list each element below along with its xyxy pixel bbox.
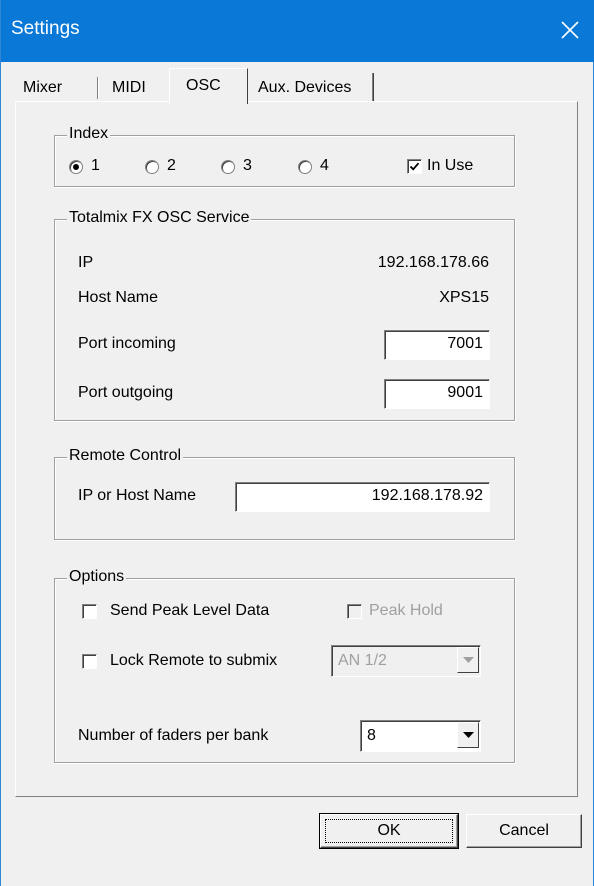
- ip-value: 192.168.178.66: [377, 254, 489, 271]
- radio-circle: [298, 160, 312, 174]
- index-radio-3[interactable]: 3: [221, 157, 261, 177]
- tab-mixer[interactable]: Mixer: [17, 73, 98, 101]
- faders-dropdown-button[interactable]: [457, 722, 479, 748]
- radio-circle: [69, 160, 83, 174]
- submix-dropdown-button: [457, 647, 479, 673]
- port-outgoing-label: Port outgoing: [78, 384, 174, 401]
- index-radio-2-label: 2: [167, 157, 176, 174]
- host-name-label: Host Name: [78, 289, 159, 306]
- ok-button-label: OK: [377, 822, 401, 839]
- port-outgoing-input[interactable]: 9001: [384, 379, 490, 409]
- title-bar: Settings: [1, 0, 594, 62]
- faders-per-bank-select[interactable]: 8: [360, 720, 481, 752]
- in-use-checkbox[interactable]: In Use: [407, 157, 507, 177]
- cancel-button-label: Cancel: [499, 822, 549, 839]
- tab-aux-devices[interactable]: Aux. Devices: [248, 73, 374, 101]
- tab-mixer-label: Mixer: [23, 79, 63, 96]
- tab-aux-devices-label: Aux. Devices: [258, 79, 352, 96]
- lock-remote-checkbox[interactable]: Lock Remote to submix: [82, 652, 312, 672]
- ip-label: IP: [78, 254, 94, 271]
- lock-remote-label: Lock Remote to submix: [110, 652, 278, 669]
- tab-osc[interactable]: OSC: [169, 68, 248, 104]
- radio-circle: [145, 160, 159, 174]
- check-box: [82, 604, 97, 619]
- remote-host-input[interactable]: 192.168.178.92: [235, 482, 490, 512]
- remote-control-legend: Remote Control: [67, 447, 184, 465]
- in-use-label: In Use: [427, 157, 474, 174]
- index-radio-4[interactable]: 4: [298, 157, 338, 177]
- submix-value: AN 1/2: [338, 652, 387, 669]
- index-radio-3-label: 3: [243, 157, 252, 174]
- close-button[interactable]: [545, 0, 594, 62]
- ok-button[interactable]: OK: [319, 813, 459, 849]
- options-legend: Options: [67, 568, 127, 586]
- cancel-button[interactable]: Cancel: [466, 814, 582, 848]
- index-radio-4-label: 4: [320, 157, 329, 174]
- index-legend: Index: [67, 125, 111, 143]
- radio-circle: [221, 160, 235, 174]
- tab-midi[interactable]: MIDI: [98, 73, 169, 101]
- host-name-value: XPS15: [439, 289, 489, 306]
- index-group: Index 1 2 3 4 In Use: [54, 125, 515, 187]
- send-peak-level-checkbox[interactable]: Send Peak Level Data: [82, 602, 312, 622]
- chevron-down-icon: [463, 732, 474, 738]
- port-incoming-label: Port incoming: [78, 335, 176, 352]
- chevron-down-icon: [463, 657, 474, 663]
- peak-hold-checkbox: Peak Hold: [347, 602, 477, 622]
- remote-host-label: IP or Host Name: [78, 487, 196, 504]
- index-radio-2[interactable]: 2: [145, 157, 185, 177]
- tab-midi-label: MIDI: [112, 79, 146, 96]
- faders-per-bank-label: Number of faders per bank: [78, 727, 269, 744]
- tab-osc-label: OSC: [186, 77, 221, 94]
- check-box: [347, 604, 362, 619]
- osc-service-group: Totalmix FX OSC Service IP 192.168.178.6…: [54, 209, 515, 421]
- check-box: [407, 159, 422, 174]
- port-incoming-input[interactable]: 7001: [384, 330, 490, 360]
- submix-select: AN 1/2: [331, 645, 481, 677]
- options-group: Options Send Peak Level Data Peak Hold L…: [54, 568, 515, 763]
- remote-control-group: Remote Control IP or Host Name 192.168.1…: [54, 447, 515, 540]
- check-box: [82, 654, 97, 669]
- faders-per-bank-value: 8: [367, 727, 376, 744]
- index-radio-1[interactable]: 1: [69, 157, 109, 177]
- osc-service-legend: Totalmix FX OSC Service: [67, 209, 252, 227]
- index-radio-1-label: 1: [91, 157, 100, 174]
- checkmark-icon: [409, 162, 420, 171]
- peak-hold-label: Peak Hold: [369, 602, 443, 619]
- send-peak-level-label: Send Peak Level Data: [110, 602, 270, 619]
- window-title: Settings: [11, 18, 80, 39]
- settings-window: Settings Mixer MIDI OSC Aux. Devices Ind…: [0, 0, 594, 886]
- close-icon: [561, 21, 579, 39]
